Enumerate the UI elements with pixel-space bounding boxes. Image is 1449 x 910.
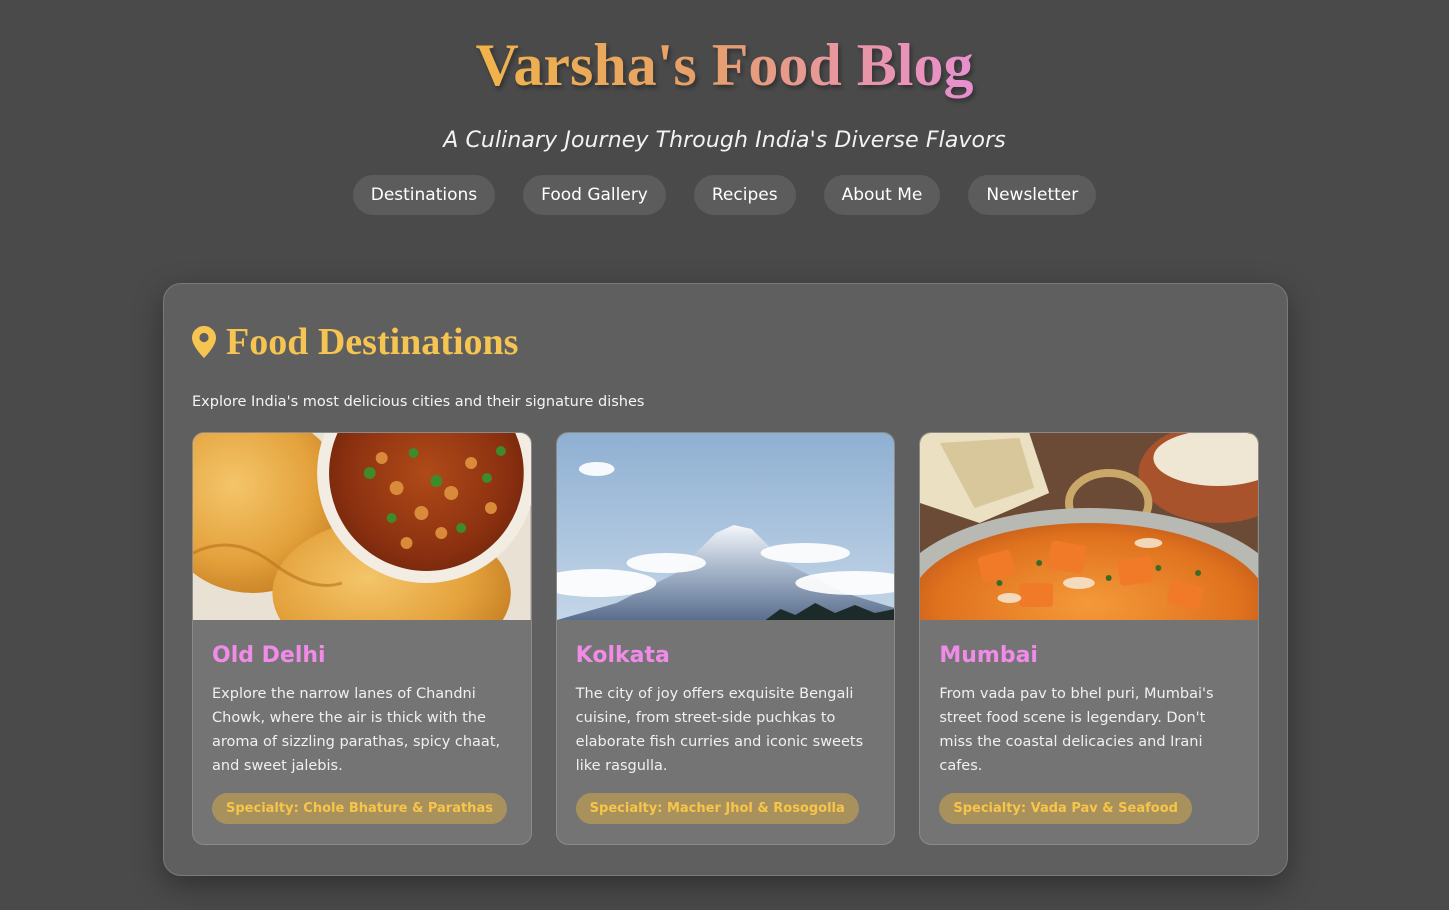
card-description: Explore the narrow lanes of Chandni Chow… bbox=[212, 686, 501, 774]
specialty-badge: Specialty: Vada Pav & Seafood bbox=[939, 793, 1192, 824]
nav-recipes[interactable]: Recipes bbox=[693, 175, 796, 215]
destination-cards: Old Delhi Explore the narrow lanes of Ch… bbox=[192, 432, 1260, 845]
main-nav: Destinations Food Gallery Recipes About … bbox=[0, 175, 1449, 215]
specialty-badge: Specialty: Macher Jhol & Rosogolla bbox=[575, 793, 859, 824]
card-title: Old Delhi bbox=[212, 643, 326, 668]
card-body: Kolkata The city of joy offers exquisite… bbox=[557, 620, 895, 844]
kolkata-mountain-image bbox=[556, 433, 895, 620]
destination-card-mumbai[interactable]: Mumbai From vada pav to bhel puri, Mumba… bbox=[919, 432, 1260, 845]
specialty-badge: Specialty: Chole Bhature & Parathas bbox=[212, 793, 507, 824]
card-title: Mumbai bbox=[939, 643, 1038, 668]
mumbai-food-image bbox=[920, 433, 1259, 620]
site-header: Varsha's Food Blog A Culinary Journey Th… bbox=[0, 0, 1449, 215]
food-destinations-panel: Food Destinations Explore India's most d… bbox=[163, 283, 1288, 876]
card-description: From vada pav to bhel puri, Mumbai's str… bbox=[939, 686, 1214, 774]
nav-about-me[interactable]: About Me bbox=[823, 175, 941, 215]
card-body: Mumbai From vada pav to bhel puri, Mumba… bbox=[920, 620, 1258, 844]
nav-destinations[interactable]: Destinations bbox=[352, 175, 496, 215]
destination-card-old-delhi[interactable]: Old Delhi Explore the narrow lanes of Ch… bbox=[192, 432, 532, 845]
card-description: The city of joy offers exquisite Bengali… bbox=[575, 686, 864, 774]
card-title: Kolkata bbox=[575, 643, 670, 668]
old-delhi-food-image bbox=[193, 433, 531, 620]
site-title: Varsha's Food Blog bbox=[475, 32, 974, 98]
map-pin-icon bbox=[192, 326, 216, 358]
section-title: Food Destinations bbox=[226, 321, 519, 363]
nav-newsletter[interactable]: Newsletter bbox=[968, 175, 1097, 215]
destination-card-kolkata[interactable]: Kolkata The city of joy offers exquisite… bbox=[555, 432, 896, 845]
section-header: Food Destinations bbox=[192, 322, 1259, 362]
site-tagline: A Culinary Journey Through India's Diver… bbox=[443, 128, 1006, 153]
section-subtitle: Explore India's most delicious cities an… bbox=[192, 394, 645, 410]
nav-food-gallery[interactable]: Food Gallery bbox=[523, 175, 666, 215]
card-body: Old Delhi Explore the narrow lanes of Ch… bbox=[193, 620, 531, 844]
